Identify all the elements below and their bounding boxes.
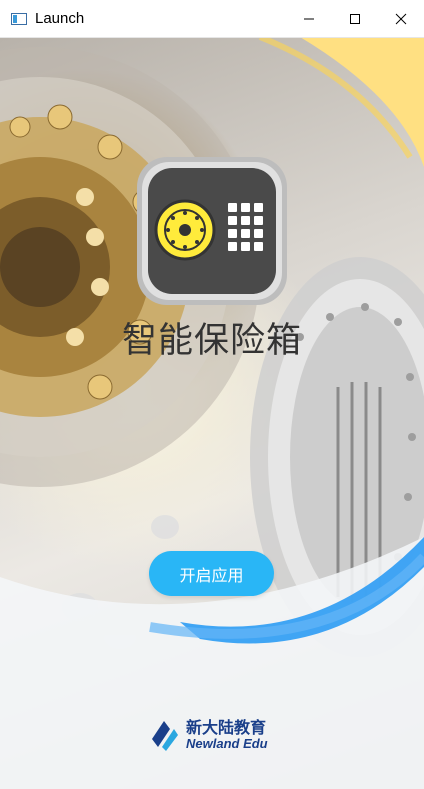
app-title: 智能保险箱 [121,321,302,361]
maximize-icon [350,13,360,24]
newland-logo-icon [152,721,178,751]
safe-icon [137,157,287,305]
brand-logo: 新大陆教育 Newland Edu [150,715,268,755]
close-button[interactable] [378,0,424,37]
brand-name-cn: 新大陆教育 [186,718,267,738]
window-app-icon [11,12,27,25]
close-icon [395,13,407,24]
start-app-button[interactable]: 开启应用 [149,551,274,596]
minimize-icon [304,18,314,19]
title-bar[interactable]: Launch [0,0,424,38]
minimize-button[interactable] [286,0,332,37]
window-title: Launch [35,10,85,27]
splash-scene: 智能保险箱 开启应用 新大陆教育 Newland Edu [0,37,424,789]
vault-illustration [0,37,424,789]
maximize-button[interactable] [332,0,378,37]
brand-name-en: Newland Edu [186,735,268,751]
launch-window: Launch 智能保险箱 开启应用 新大陆教育 Newland Edu [0,0,424,789]
